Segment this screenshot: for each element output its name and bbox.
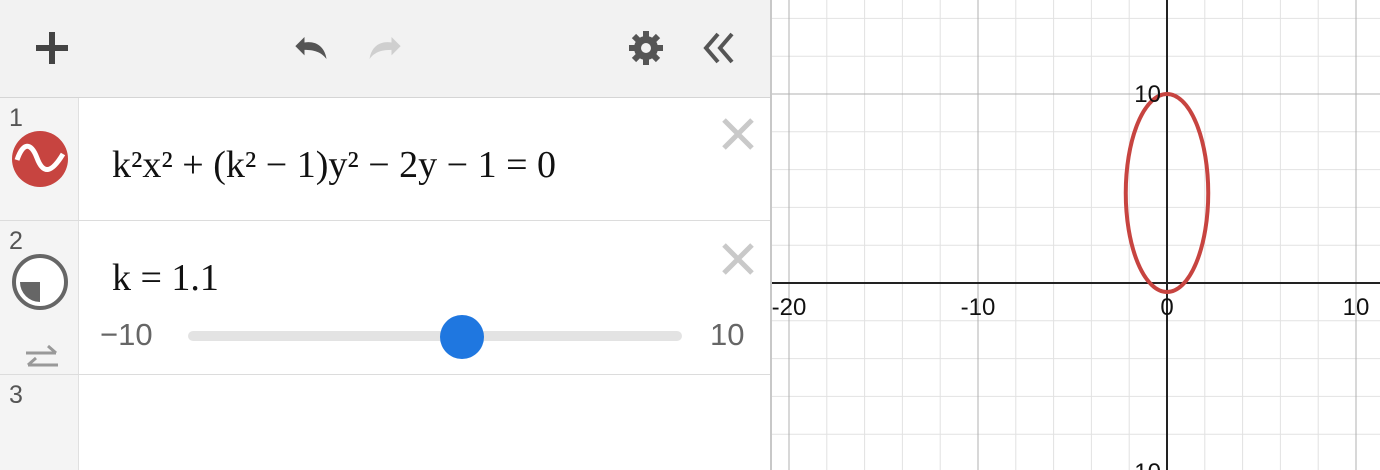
graph-canvas[interactable]: -20 -10 0 10 10 -10 [772,0,1380,470]
expression-row-2[interactable]: 2 k = 1.1 −10 10 [0,221,770,375]
x-tick-label: -20 [772,294,806,321]
slider-icon[interactable] [11,253,69,311]
redo-button[interactable] [364,26,408,70]
settings-button[interactable] [624,26,668,70]
undo-icon [295,37,327,59]
slider-expression[interactable]: k = 1.1 [112,256,219,300]
expression-number: 2 [9,227,23,255]
y-tick-label: 10 [1134,81,1161,108]
expression-row-1[interactable]: 1 k²x² + (k² − 1)y² − 2y − 1 = 0 [0,98,770,221]
slider-thumb[interactable] [440,315,485,359]
slider-max-label[interactable]: 10 [710,317,744,353]
expression-latex[interactable]: k²x² + (k² − 1)y² − 2y − 1 = 0 [112,143,556,187]
slider-track[interactable] [188,331,682,341]
gear-icon [629,31,663,65]
redo-icon [369,37,401,59]
delete-expression-icon[interactable] [718,114,758,154]
collapse-icon [703,32,734,64]
graph-svg[interactable]: -20 -10 0 10 10 -10 [772,0,1380,470]
animate-icon[interactable] [22,343,62,373]
slider-min-label[interactable]: −10 [100,317,153,353]
x-tick-label: 0 [1160,294,1173,321]
expression-row-3[interactable]: 3 [0,375,770,470]
expression-number: 1 [9,104,23,132]
expression-gutter: 1 [0,98,79,220]
add-expression-button[interactable] [30,26,74,70]
expression-gutter: 2 [0,221,79,374]
expression-gutter: 3 [0,375,79,470]
undo-button[interactable] [288,26,332,70]
expression-number: 3 [9,381,23,409]
y-tick-label: -10 [1126,459,1161,470]
delete-expression-icon[interactable] [718,239,758,279]
x-tick-label: -10 [961,294,996,321]
add-icon [36,32,68,64]
x-tick-label: 10 [1343,294,1370,321]
collapse-panel-button[interactable] [698,26,742,70]
expression-panel: 1 k²x² + (k² − 1)y² − 2y − 1 = 0 2 k = 1… [0,0,772,470]
toolbar [0,0,770,98]
graph-color-icon[interactable] [11,130,69,188]
